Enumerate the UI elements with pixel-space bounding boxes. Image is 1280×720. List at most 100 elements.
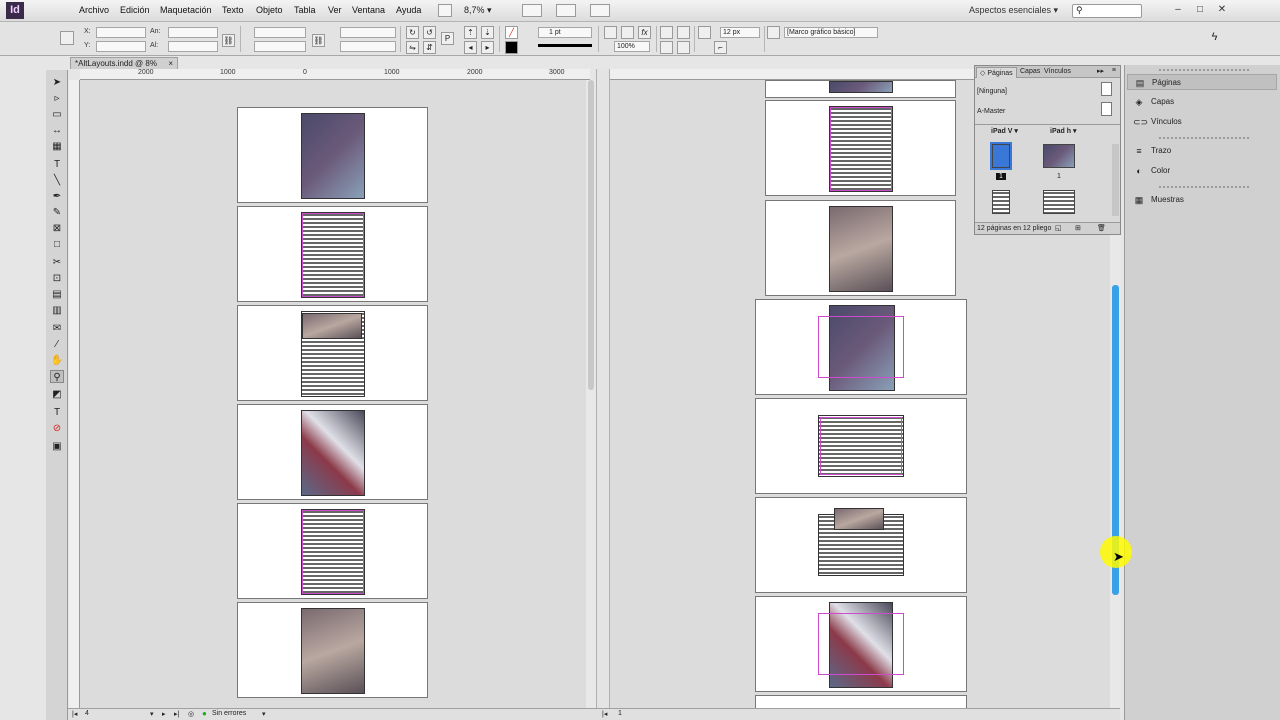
x-field[interactable]: [96, 27, 146, 38]
corner-options-icon[interactable]: ⌐: [714, 41, 727, 54]
align-left-icon[interactable]: [660, 26, 673, 39]
page-1-spread[interactable]: [237, 107, 428, 203]
flip-h-icon[interactable]: ⇋: [406, 41, 419, 54]
page-6-spread[interactable]: [237, 602, 428, 698]
scroll-thumb[interactable]: [588, 80, 594, 390]
first-page-icon[interactable]: |◂: [72, 710, 77, 718]
page-thumb-v2[interactable]: [992, 190, 1010, 214]
scissors-tool-icon[interactable]: ✂: [50, 256, 64, 269]
menu-ayuda[interactable]: Ayuda: [396, 5, 421, 15]
shear-field[interactable]: [340, 41, 396, 52]
page-4-spread[interactable]: [237, 404, 428, 500]
reference-point-icon[interactable]: [60, 31, 74, 45]
master-a[interactable]: A-Master: [977, 108, 1005, 115]
dock-paginas[interactable]: ▤ Páginas: [1127, 74, 1277, 90]
stroke-swatch-icon[interactable]: [505, 41, 518, 54]
menu-ver[interactable]: Ver: [328, 5, 342, 15]
screen-mode-icon[interactable]: [556, 4, 576, 17]
note-tool-icon[interactable]: ✉: [50, 322, 64, 335]
dock-muestras[interactable]: ▦ Muestras: [1127, 192, 1277, 208]
menu-objeto[interactable]: Objeto: [256, 5, 283, 15]
page-number-field[interactable]: 1: [618, 710, 622, 717]
bridge-icon[interactable]: [438, 4, 452, 17]
master-none[interactable]: [Ninguna]: [977, 88, 1007, 95]
master-a-thumb[interactable]: [1101, 102, 1112, 116]
gradient-feather-tool-icon[interactable]: ▥: [50, 304, 64, 317]
layout-pane-vertical[interactable]: [80, 80, 586, 708]
minimize-button[interactable]: –: [1170, 3, 1186, 17]
path-icon[interactable]: P: [441, 32, 454, 45]
opacity-field[interactable]: 100%: [614, 41, 650, 52]
zoom-tool-icon[interactable]: ⚲: [50, 370, 64, 383]
tab-capas[interactable]: Capas: [1017, 67, 1043, 76]
dock-grip[interactable]: [1159, 137, 1249, 139]
select-previous-icon[interactable]: ◂: [464, 41, 477, 54]
page-5-spread[interactable]: [237, 503, 428, 599]
select-next-icon[interactable]: ▸: [481, 41, 494, 54]
next-page-icon[interactable]: ▸: [162, 710, 166, 718]
stroke-type-swatch[interactable]: [538, 44, 592, 47]
page-thumb-h2[interactable]: [1043, 190, 1075, 214]
constrain-scale-icon[interactable]: ⛓: [312, 34, 325, 47]
rotation-field[interactable]: [340, 27, 396, 38]
width-field[interactable]: [168, 27, 218, 38]
free-transform-tool-icon[interactable]: ⊡: [50, 272, 64, 285]
close-tab-icon[interactable]: ×: [168, 58, 173, 69]
constrain-proportions-icon[interactable]: ⛓: [222, 34, 235, 47]
stroke-weight-field[interactable]: 1 pt: [538, 27, 592, 38]
direct-selection-tool-icon[interactable]: ▹: [50, 92, 64, 105]
align-center-icon[interactable]: [677, 26, 690, 39]
close-window-button[interactable]: ✕: [1214, 3, 1230, 17]
object-style-icon[interactable]: [767, 26, 780, 39]
panel-menu-icon[interactable]: ≡: [1112, 67, 1116, 74]
screen-mode-tool-icon[interactable]: ▣: [50, 440, 64, 453]
menu-tabla[interactable]: Tabla: [294, 5, 316, 15]
layout-splitter[interactable]: [596, 69, 610, 709]
layout-v-header[interactable]: iPad V ▾: [991, 127, 1018, 135]
menu-archivo[interactable]: Archivo: [79, 5, 109, 15]
rotate-ccw-icon[interactable]: ↺: [423, 26, 436, 39]
rectangle-frame-tool-icon[interactable]: ⊠: [50, 222, 64, 235]
dock-grip[interactable]: [1159, 186, 1249, 188]
hand-tool-icon[interactable]: ✋: [50, 354, 64, 367]
page-thumb-h1[interactable]: [1043, 144, 1075, 168]
page-spread-partial[interactable]: [765, 80, 956, 98]
type-tool-icon[interactable]: T: [50, 158, 64, 171]
layout-h-header[interactable]: iPad h ▾: [1050, 127, 1076, 135]
new-page-icon[interactable]: ⊞: [1075, 223, 1081, 234]
select-content-icon[interactable]: ⇣: [481, 26, 494, 39]
edit-page-size-icon[interactable]: ◱: [1055, 223, 1062, 234]
fit-content-icon[interactable]: [604, 26, 617, 39]
page-number-field[interactable]: 4: [85, 710, 89, 717]
line-tool-icon[interactable]: ╲: [50, 174, 64, 187]
page-h-spread[interactable]: [755, 299, 967, 395]
spacing-icon[interactable]: [698, 26, 711, 39]
dock-capas[interactable]: ◈ Capas: [1127, 94, 1277, 110]
preflight-status[interactable]: Sin errores: [212, 710, 246, 717]
rectangle-tool-icon[interactable]: □: [50, 238, 64, 251]
preflight-icon[interactable]: ◎: [188, 710, 194, 718]
pages-panel-scrollbar[interactable]: [1112, 144, 1119, 216]
height-field[interactable]: [168, 41, 218, 52]
fill-swatch-icon[interactable]: ╱: [505, 26, 518, 39]
last-page-icon[interactable]: ▸|: [174, 710, 179, 718]
tab-vinculos[interactable]: Vínculos: [1041, 67, 1074, 76]
gradient-swatch-tool-icon[interactable]: ▤: [50, 288, 64, 301]
page-2-spread[interactable]: [237, 206, 428, 302]
pencil-tool-icon[interactable]: ✎: [50, 206, 64, 219]
selection-tool-icon[interactable]: ➤: [50, 76, 64, 89]
menu-maquetacion[interactable]: Maquetación: [160, 5, 212, 15]
formatting-icon[interactable]: T: [50, 406, 64, 419]
align-right-icon[interactable]: [660, 41, 673, 54]
page-dropdown-icon[interactable]: ▾: [150, 710, 154, 718]
flip-v-icon[interactable]: ⇵: [423, 41, 436, 54]
lightning-icon[interactable]: ϟ: [1208, 32, 1221, 45]
collapse-panel-icon[interactable]: ▸▸: [1097, 67, 1104, 75]
preflight-dropdown-icon[interactable]: ▾: [262, 710, 266, 718]
pen-tool-icon[interactable]: ✒: [50, 190, 64, 203]
y-field[interactable]: [96, 41, 146, 52]
fit-frame-icon[interactable]: [621, 26, 634, 39]
arrange-documents-icon[interactable]: [590, 4, 610, 17]
page-thumb-v1[interactable]: [990, 142, 1012, 170]
page-v-spread[interactable]: [765, 100, 956, 196]
